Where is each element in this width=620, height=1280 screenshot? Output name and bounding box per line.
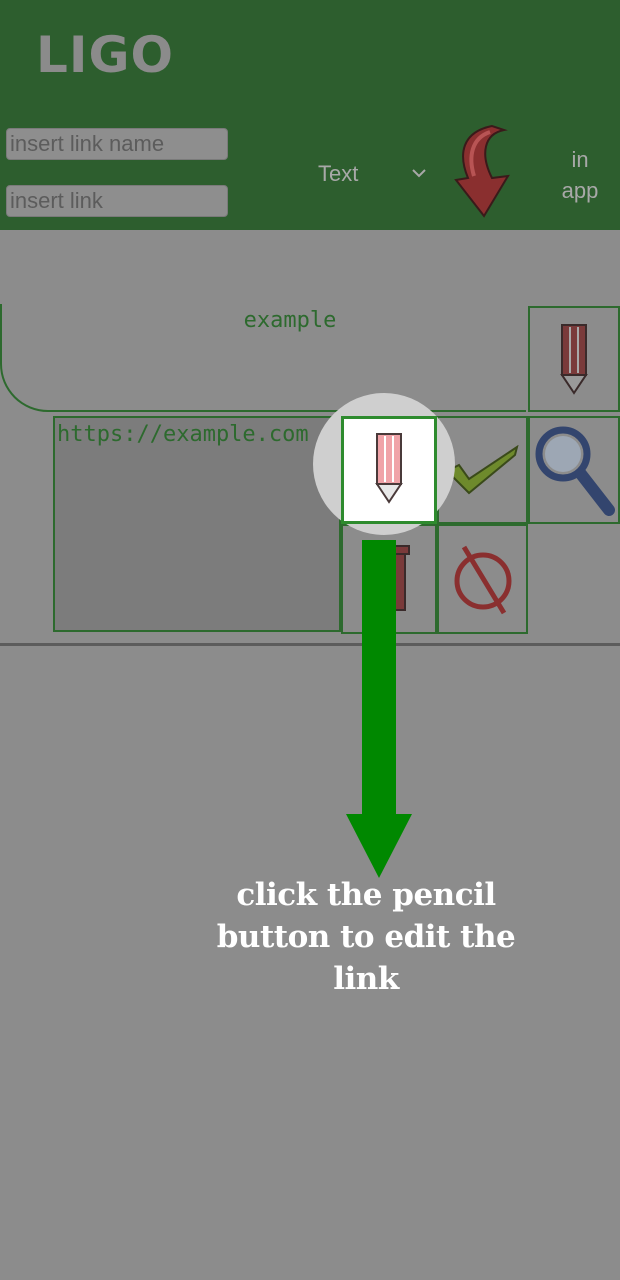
in-app-toggle[interactable]: in app bbox=[548, 144, 612, 206]
link-type-select[interactable]: Text bbox=[318, 158, 436, 192]
pencil-icon bbox=[559, 323, 589, 395]
link-url-input[interactable] bbox=[6, 185, 228, 217]
tutorial-hint: click the pencil button to edit the link bbox=[216, 877, 516, 997]
cancel-button[interactable] bbox=[437, 524, 528, 634]
cancel-icon bbox=[450, 543, 516, 615]
checkmark-icon bbox=[444, 445, 521, 495]
tutorial-arrow bbox=[346, 540, 412, 880]
highlighted-edit-link-button[interactable] bbox=[341, 416, 437, 524]
download-arrow-icon bbox=[446, 124, 526, 224]
app-header: LIGO Text in app bbox=[0, 0, 620, 230]
link-type-value: Text bbox=[318, 161, 359, 186]
magnifier-icon bbox=[531, 422, 617, 518]
add-link-button[interactable] bbox=[446, 120, 526, 220]
link-card-title: example bbox=[243, 308, 337, 333]
list-divider bbox=[0, 643, 620, 646]
in-app-line-2: app bbox=[561, 178, 599, 203]
app-title: LIGO bbox=[36, 26, 175, 84]
chevron-down-icon bbox=[410, 164, 428, 187]
link-url-box[interactable]: https://example.com bbox=[53, 416, 341, 632]
edit-name-button[interactable] bbox=[528, 306, 620, 412]
link-name-input[interactable] bbox=[6, 128, 228, 160]
open-link-button[interactable] bbox=[528, 416, 620, 524]
in-app-line-1: in bbox=[571, 147, 589, 172]
link-url-text: https://example.com bbox=[57, 422, 309, 447]
pencil-icon bbox=[374, 432, 404, 509]
